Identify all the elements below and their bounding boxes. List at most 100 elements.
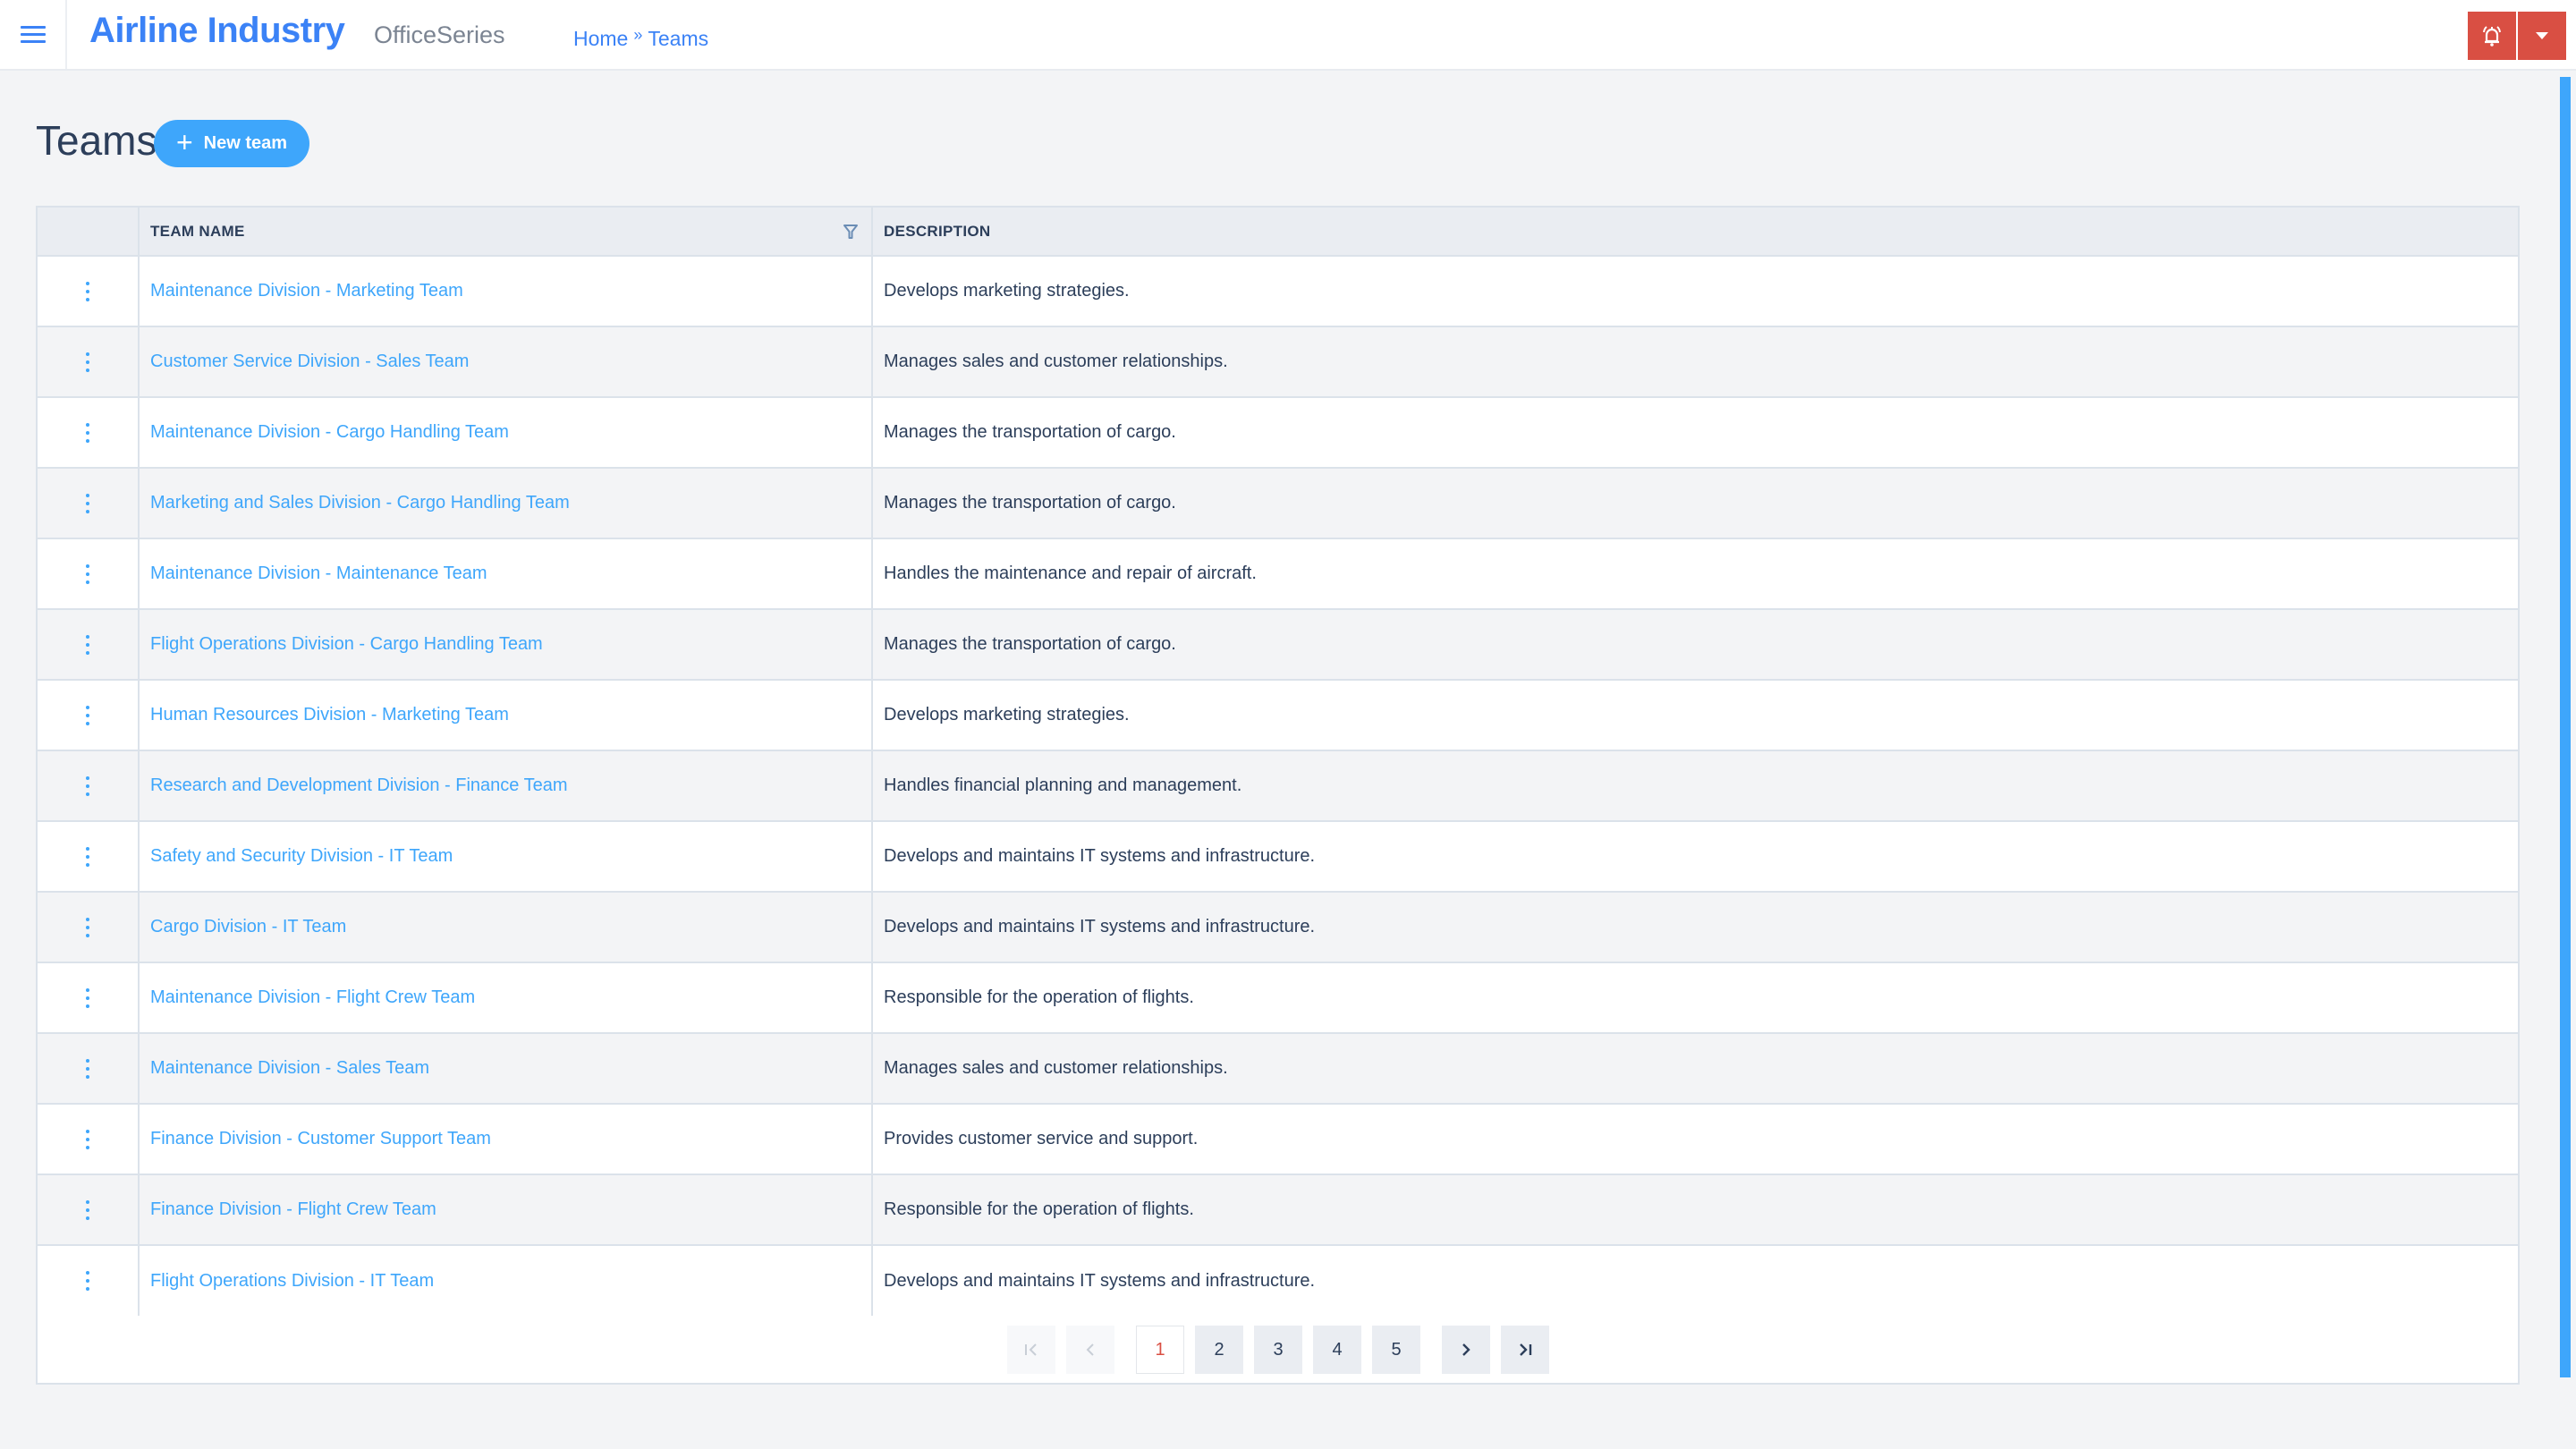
team-name-link[interactable]: Flight Operations Division - Cargo Handl…: [150, 634, 543, 654]
team-name-link[interactable]: Cargo Division - IT Team: [150, 917, 346, 936]
more-vertical-icon[interactable]: [74, 1126, 101, 1153]
table-header-row: TEAM NAME DESCRIPTION: [38, 208, 2518, 257]
description-cell: Handles the maintenance and repair of ai…: [871, 538, 2518, 610]
plus-icon: +: [175, 126, 193, 158]
breadcrumb-home[interactable]: Home: [573, 27, 628, 51]
more-vertical-icon[interactable]: [74, 773, 101, 800]
page-button-2[interactable]: 2: [1195, 1326, 1243, 1374]
user-menu-dropdown-button[interactable]: [2518, 12, 2566, 60]
more-vertical-icon[interactable]: [74, 1055, 101, 1082]
more-vertical-icon[interactable]: [74, 419, 101, 446]
team-name-link[interactable]: Human Resources Division - Marketing Tea…: [150, 705, 509, 724]
bell-ringing-icon: [2483, 26, 2501, 47]
table-row: Safety and Security Division - IT Team De…: [38, 821, 2518, 893]
team-name-cell: Flight Operations Division - IT Team: [138, 1245, 872, 1316]
team-name-link[interactable]: Maintenance Division - Maintenance Team: [150, 564, 487, 583]
column-header-team-name[interactable]: TEAM NAME: [138, 208, 872, 257]
team-name-cell: Customer Service Division - Sales Team: [138, 326, 872, 398]
table-row: Marketing and Sales Division - Cargo Han…: [38, 468, 2518, 539]
caret-down-icon: [2536, 32, 2548, 39]
more-vertical-icon[interactable]: [74, 985, 101, 1012]
app-subtitle: OfficeSeries: [374, 21, 505, 48]
table-row: Maintenance Division - Flight Crew Team R…: [38, 962, 2518, 1034]
team-name-link[interactable]: Maintenance Division - Marketing Team: [150, 281, 463, 301]
more-vertical-icon[interactable]: [74, 278, 101, 305]
description-cell: Responsible for the operation of flights…: [871, 1174, 2518, 1246]
team-name-link[interactable]: Safety and Security Division - IT Team: [150, 846, 453, 866]
page-button-3[interactable]: 3: [1254, 1326, 1302, 1374]
description-cell: Develops marketing strategies.: [871, 256, 2518, 327]
table-row: Flight Operations Division - Cargo Handl…: [38, 609, 2518, 681]
team-name-link[interactable]: Flight Operations Division - IT Team: [150, 1271, 434, 1291]
description-cell: Manages the transportation of cargo.: [871, 468, 2518, 539]
chevron-right-icon: [1462, 1343, 1470, 1356]
pagination: 1 2 3 4 5: [1007, 1326, 1560, 1374]
table-row: Finance Division - Flight Crew Team Respo…: [38, 1174, 2518, 1246]
description-cell: Develops and maintains IT systems and in…: [871, 892, 2518, 963]
more-vertical-icon[interactable]: [74, 561, 101, 588]
more-vertical-icon[interactable]: [74, 843, 101, 870]
description-cell: Develops and maintains IT systems and in…: [871, 1245, 2518, 1316]
more-vertical-icon[interactable]: [74, 490, 101, 517]
filter-icon[interactable]: [843, 224, 859, 240]
row-actions-cell: [38, 397, 139, 469]
notifications-button[interactable]: [2468, 12, 2516, 60]
team-name-cell: Maintenance Division - Marketing Team: [138, 256, 872, 327]
breadcrumb-teams[interactable]: Teams: [648, 27, 708, 51]
more-vertical-icon[interactable]: [74, 914, 101, 941]
row-actions-cell: [38, 821, 139, 893]
team-name-link[interactable]: Finance Division - Flight Crew Team: [150, 1199, 436, 1219]
row-actions-cell: [38, 609, 139, 681]
team-name-link[interactable]: Customer Service Division - Sales Team: [150, 352, 469, 371]
team-name-link[interactable]: Maintenance Division - Cargo Handling Te…: [150, 422, 509, 442]
previous-page-button[interactable]: [1066, 1326, 1114, 1374]
row-actions-cell: [38, 1104, 139, 1175]
team-name-cell: Human Resources Division - Marketing Tea…: [138, 680, 872, 751]
column-header-description: DESCRIPTION: [871, 208, 2518, 257]
table-row: Maintenance Division - Cargo Handling Te…: [38, 397, 2518, 469]
table-row: Maintenance Division - Sales Team Manages…: [38, 1033, 2518, 1105]
more-vertical-icon[interactable]: [74, 349, 101, 376]
teams-table: TEAM NAME DESCRIPTION Maintenance Divisi…: [38, 208, 2518, 1316]
next-page-button[interactable]: [1442, 1326, 1490, 1374]
header-actions: [2468, 12, 2566, 60]
last-page-icon: [1520, 1343, 1532, 1356]
more-vertical-icon[interactable]: [74, 1197, 101, 1224]
first-page-button[interactable]: [1007, 1326, 1055, 1374]
new-team-label: New team: [203, 133, 288, 153]
first-page-icon: [1025, 1343, 1037, 1356]
table-row: Research and Development Division - Fina…: [38, 750, 2518, 822]
menu-toggle-button[interactable]: [0, 0, 67, 69]
table-row: Flight Operations Division - IT Team Deve…: [38, 1245, 2518, 1316]
row-actions-cell: [38, 326, 139, 398]
row-actions-cell: [38, 1245, 139, 1316]
row-actions-cell: [38, 1033, 139, 1105]
breadcrumb: Home » Teams: [573, 26, 708, 51]
top-bar: Airline Industry OfficeSeries Home » Tea…: [0, 0, 2576, 71]
description-cell: Manages sales and customer relationships…: [871, 326, 2518, 398]
table-row: Cargo Division - IT Team Develops and mai…: [38, 892, 2518, 963]
team-name-link[interactable]: Research and Development Division - Fina…: [150, 775, 568, 795]
page-button-4[interactable]: 4: [1313, 1326, 1361, 1374]
team-name-cell: Safety and Security Division - IT Team: [138, 821, 872, 893]
row-actions-cell: [38, 750, 139, 822]
description-cell: Manages sales and customer relationships…: [871, 1033, 2518, 1105]
description-cell: Develops marketing strategies.: [871, 680, 2518, 751]
description-cell: Handles financial planning and managemen…: [871, 750, 2518, 822]
more-vertical-icon[interactable]: [74, 1267, 101, 1294]
new-team-button[interactable]: + New team: [154, 120, 309, 167]
team-name-link[interactable]: Marketing and Sales Division - Cargo Han…: [150, 493, 570, 513]
team-name-link[interactable]: Maintenance Division - Sales Team: [150, 1058, 429, 1078]
page-button-1[interactable]: 1: [1136, 1326, 1184, 1374]
row-actions-cell: [38, 256, 139, 327]
page-button-5[interactable]: 5: [1372, 1326, 1420, 1374]
team-name-link[interactable]: Maintenance Division - Flight Crew Team: [150, 987, 475, 1007]
more-vertical-icon[interactable]: [74, 702, 101, 729]
more-vertical-icon[interactable]: [74, 631, 101, 658]
page-title: Teams: [36, 117, 157, 164]
last-page-button[interactable]: [1501, 1326, 1549, 1374]
team-name-cell: Maintenance Division - Sales Team: [138, 1033, 872, 1105]
team-name-link[interactable]: Finance Division - Customer Support Team: [150, 1129, 491, 1148]
vertical-scrollbar[interactable]: [2560, 77, 2571, 1377]
hamburger-menu-icon: [20, 25, 46, 44]
